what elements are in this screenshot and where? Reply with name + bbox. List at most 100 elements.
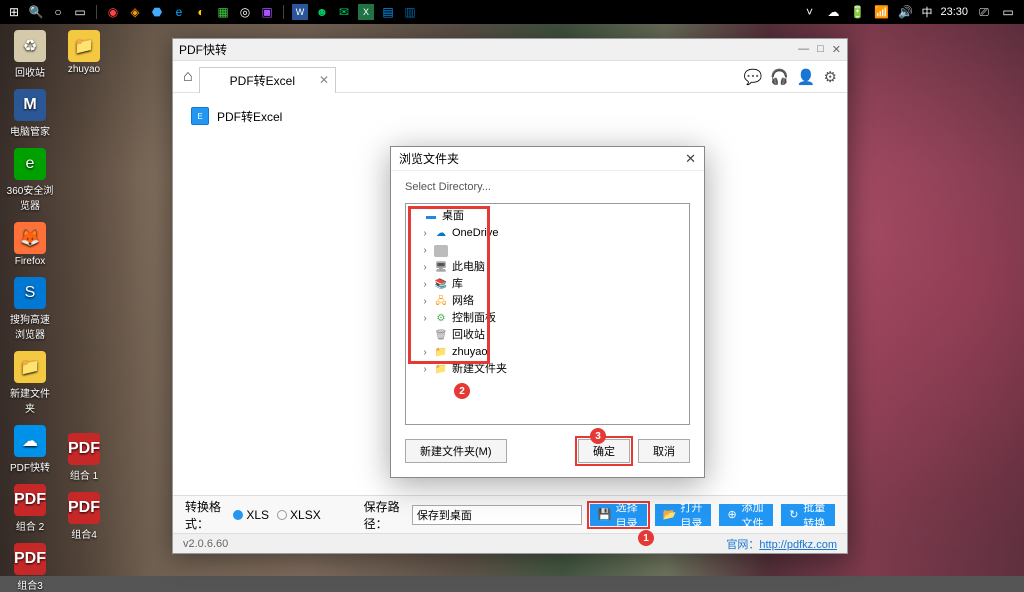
- annotation-badge: 3: [590, 428, 606, 444]
- expand-icon[interactable]: ›: [420, 345, 430, 360]
- tray-icon[interactable]: ☁: [825, 4, 841, 20]
- tree-label: OneDrive: [452, 226, 498, 241]
- tree-label: zhuyao: [452, 345, 487, 360]
- titlebar[interactable]: PDF快转 — □ ✕: [173, 39, 847, 61]
- close-button[interactable]: ✕: [832, 43, 841, 56]
- volume-icon[interactable]: 🔊: [897, 4, 913, 20]
- app-icon[interactable]: ⬣: [149, 4, 165, 20]
- tray-icon[interactable]: ⎚: [976, 4, 992, 20]
- app-icon[interactable]: ▦: [215, 4, 231, 20]
- clock[interactable]: 23:30: [940, 6, 968, 18]
- path-input[interactable]: [412, 505, 582, 525]
- maximize-button[interactable]: □: [817, 43, 824, 56]
- battery-icon[interactable]: 🔋: [849, 4, 865, 20]
- radio-xlsx[interactable]: XLSX: [277, 508, 321, 522]
- wechat-icon[interactable]: ✉: [336, 4, 352, 20]
- app-icon[interactable]: ▤: [380, 4, 396, 20]
- minimize-button[interactable]: —: [798, 43, 809, 56]
- tree-label: [452, 243, 463, 258]
- tree-item[interactable]: ›: [410, 242, 685, 259]
- home-icon[interactable]: ⌂: [183, 68, 193, 86]
- dialog-subtitle: Select Directory...: [391, 171, 704, 203]
- tree-item[interactable]: 🗑回收站: [410, 327, 685, 344]
- wifi-icon[interactable]: 📶: [873, 4, 889, 20]
- desktop-icon[interactable]: ♻回收站: [6, 30, 54, 79]
- radio-xls[interactable]: XLS: [233, 508, 269, 522]
- expand-icon[interactable]: ›: [420, 277, 430, 292]
- add-file-button[interactable]: ⊕ 添加文件: [719, 504, 773, 526]
- app-icon[interactable]: ◐: [193, 4, 209, 20]
- desktop-icon[interactable]: 🦊Firefox: [6, 222, 54, 267]
- desktop-icon[interactable]: ☁PDF快转: [6, 425, 54, 474]
- tab-close-icon[interactable]: ✕: [319, 73, 329, 87]
- folder-icon: 📚: [434, 279, 448, 291]
- app-icon[interactable]: ◈: [127, 4, 143, 20]
- chat-icon[interactable]: 💬: [743, 68, 762, 86]
- tree-item[interactable]: ›🖧网络: [410, 293, 685, 310]
- dialog-close-icon[interactable]: ✕: [685, 151, 696, 167]
- expand-icon[interactable]: ›: [420, 362, 430, 377]
- desktop-icon[interactable]: 📁新建文件夹: [6, 351, 54, 415]
- open-dir-button[interactable]: 📂 打开目录: [655, 504, 712, 526]
- tree-item[interactable]: ▬桌面: [410, 208, 685, 225]
- desktop-icon[interactable]: 📁zhuyao: [60, 30, 108, 75]
- search-icon[interactable]: 🔍: [28, 4, 44, 20]
- batch-convert-button[interactable]: ↻ 批量转换: [781, 504, 835, 526]
- notification-icon[interactable]: ▭: [1000, 4, 1016, 20]
- tree-label: 库: [452, 277, 463, 292]
- path-label: 保存路径：: [364, 498, 404, 532]
- headset-icon[interactable]: 🎧: [770, 68, 789, 86]
- tree-item[interactable]: ›📁新建文件夹: [410, 361, 685, 378]
- taskview-icon[interactable]: ▭: [72, 4, 88, 20]
- app-icon[interactable]: ▥: [402, 4, 418, 20]
- app-icon[interactable]: ◉: [105, 4, 121, 20]
- desktop-icon[interactable]: PDF组合 2: [6, 484, 54, 533]
- tree-item[interactable]: ›⚙控制面板: [410, 310, 685, 327]
- tab-pdf-to-excel[interactable]: PDF转Excel ✕: [199, 67, 336, 93]
- start-icon[interactable]: ⊞: [6, 4, 22, 20]
- select-dir-button[interactable]: 💾 选择目录: [590, 504, 647, 526]
- desktop-icon[interactable]: e360安全浏览器: [6, 148, 54, 212]
- tree-item[interactable]: ›📁zhuyao: [410, 344, 685, 361]
- dialog-titlebar[interactable]: 浏览文件夹 ✕: [391, 147, 704, 171]
- expand-icon[interactable]: ›: [420, 294, 430, 309]
- app-icon: 📁: [68, 30, 100, 62]
- folder-icon: ☁: [434, 228, 448, 240]
- expand-icon[interactable]: ›: [420, 311, 430, 326]
- cancel-button[interactable]: 取消: [638, 439, 690, 463]
- folder-icon: [434, 245, 448, 257]
- word-icon[interactable]: W: [292, 4, 308, 20]
- expand-icon[interactable]: ›: [420, 260, 430, 275]
- ok-button[interactable]: 确定: [578, 439, 630, 463]
- app-icon[interactable]: ▣: [259, 4, 275, 20]
- cortana-icon[interactable]: ○: [50, 4, 66, 20]
- desktop-icon[interactable]: PDF组合4: [60, 492, 108, 541]
- desktop-icon[interactable]: PDF组合 1: [60, 433, 108, 482]
- tree-item[interactable]: › 📚 库: [410, 276, 685, 293]
- ime-indicator[interactable]: 中: [921, 4, 932, 20]
- official-link[interactable]: http://pdfkz.com: [759, 539, 837, 551]
- app-icon[interactable]: ☻: [314, 4, 330, 20]
- folder-icon: ⚙: [434, 313, 448, 325]
- expand-icon[interactable]: ›: [420, 243, 430, 258]
- excel-icon[interactable]: X: [358, 4, 374, 20]
- status-bar: v2.0.6.60 官网：http://pdfkz.com: [173, 533, 847, 553]
- tree-item[interactable]: › ☁ OneDrive: [410, 225, 685, 242]
- edge-icon[interactable]: e: [171, 4, 187, 20]
- app-icon: e: [14, 148, 46, 180]
- expand-icon[interactable]: ›: [420, 226, 430, 241]
- folder-tree[interactable]: ▬桌面›☁OneDrive› ›🖥此电脑›📚库›🖧网络›⚙控制面板🗑回收站›📁z…: [405, 203, 690, 425]
- desktop-icon[interactable]: S搜狗高速浏览器: [6, 277, 54, 341]
- tray-chevron-icon[interactable]: ˅: [801, 4, 817, 20]
- app-icon: PDF: [68, 492, 100, 524]
- version-label: v2.0.6.60: [183, 538, 228, 550]
- user-icon[interactable]: 👤: [797, 68, 816, 86]
- app-icon: M: [14, 89, 46, 121]
- file-entry[interactable]: E PDF转Excel: [191, 107, 829, 125]
- desktop-icon[interactable]: PDF组合3: [6, 543, 54, 592]
- tree-item[interactable]: ›🖥此电脑: [410, 259, 685, 276]
- desktop-icon[interactable]: M电脑管家: [6, 89, 54, 138]
- gear-icon[interactable]: ⚙: [824, 68, 837, 86]
- new-folder-button[interactable]: 新建文件夹(M): [405, 439, 507, 463]
- chrome-icon[interactable]: ◎: [237, 4, 253, 20]
